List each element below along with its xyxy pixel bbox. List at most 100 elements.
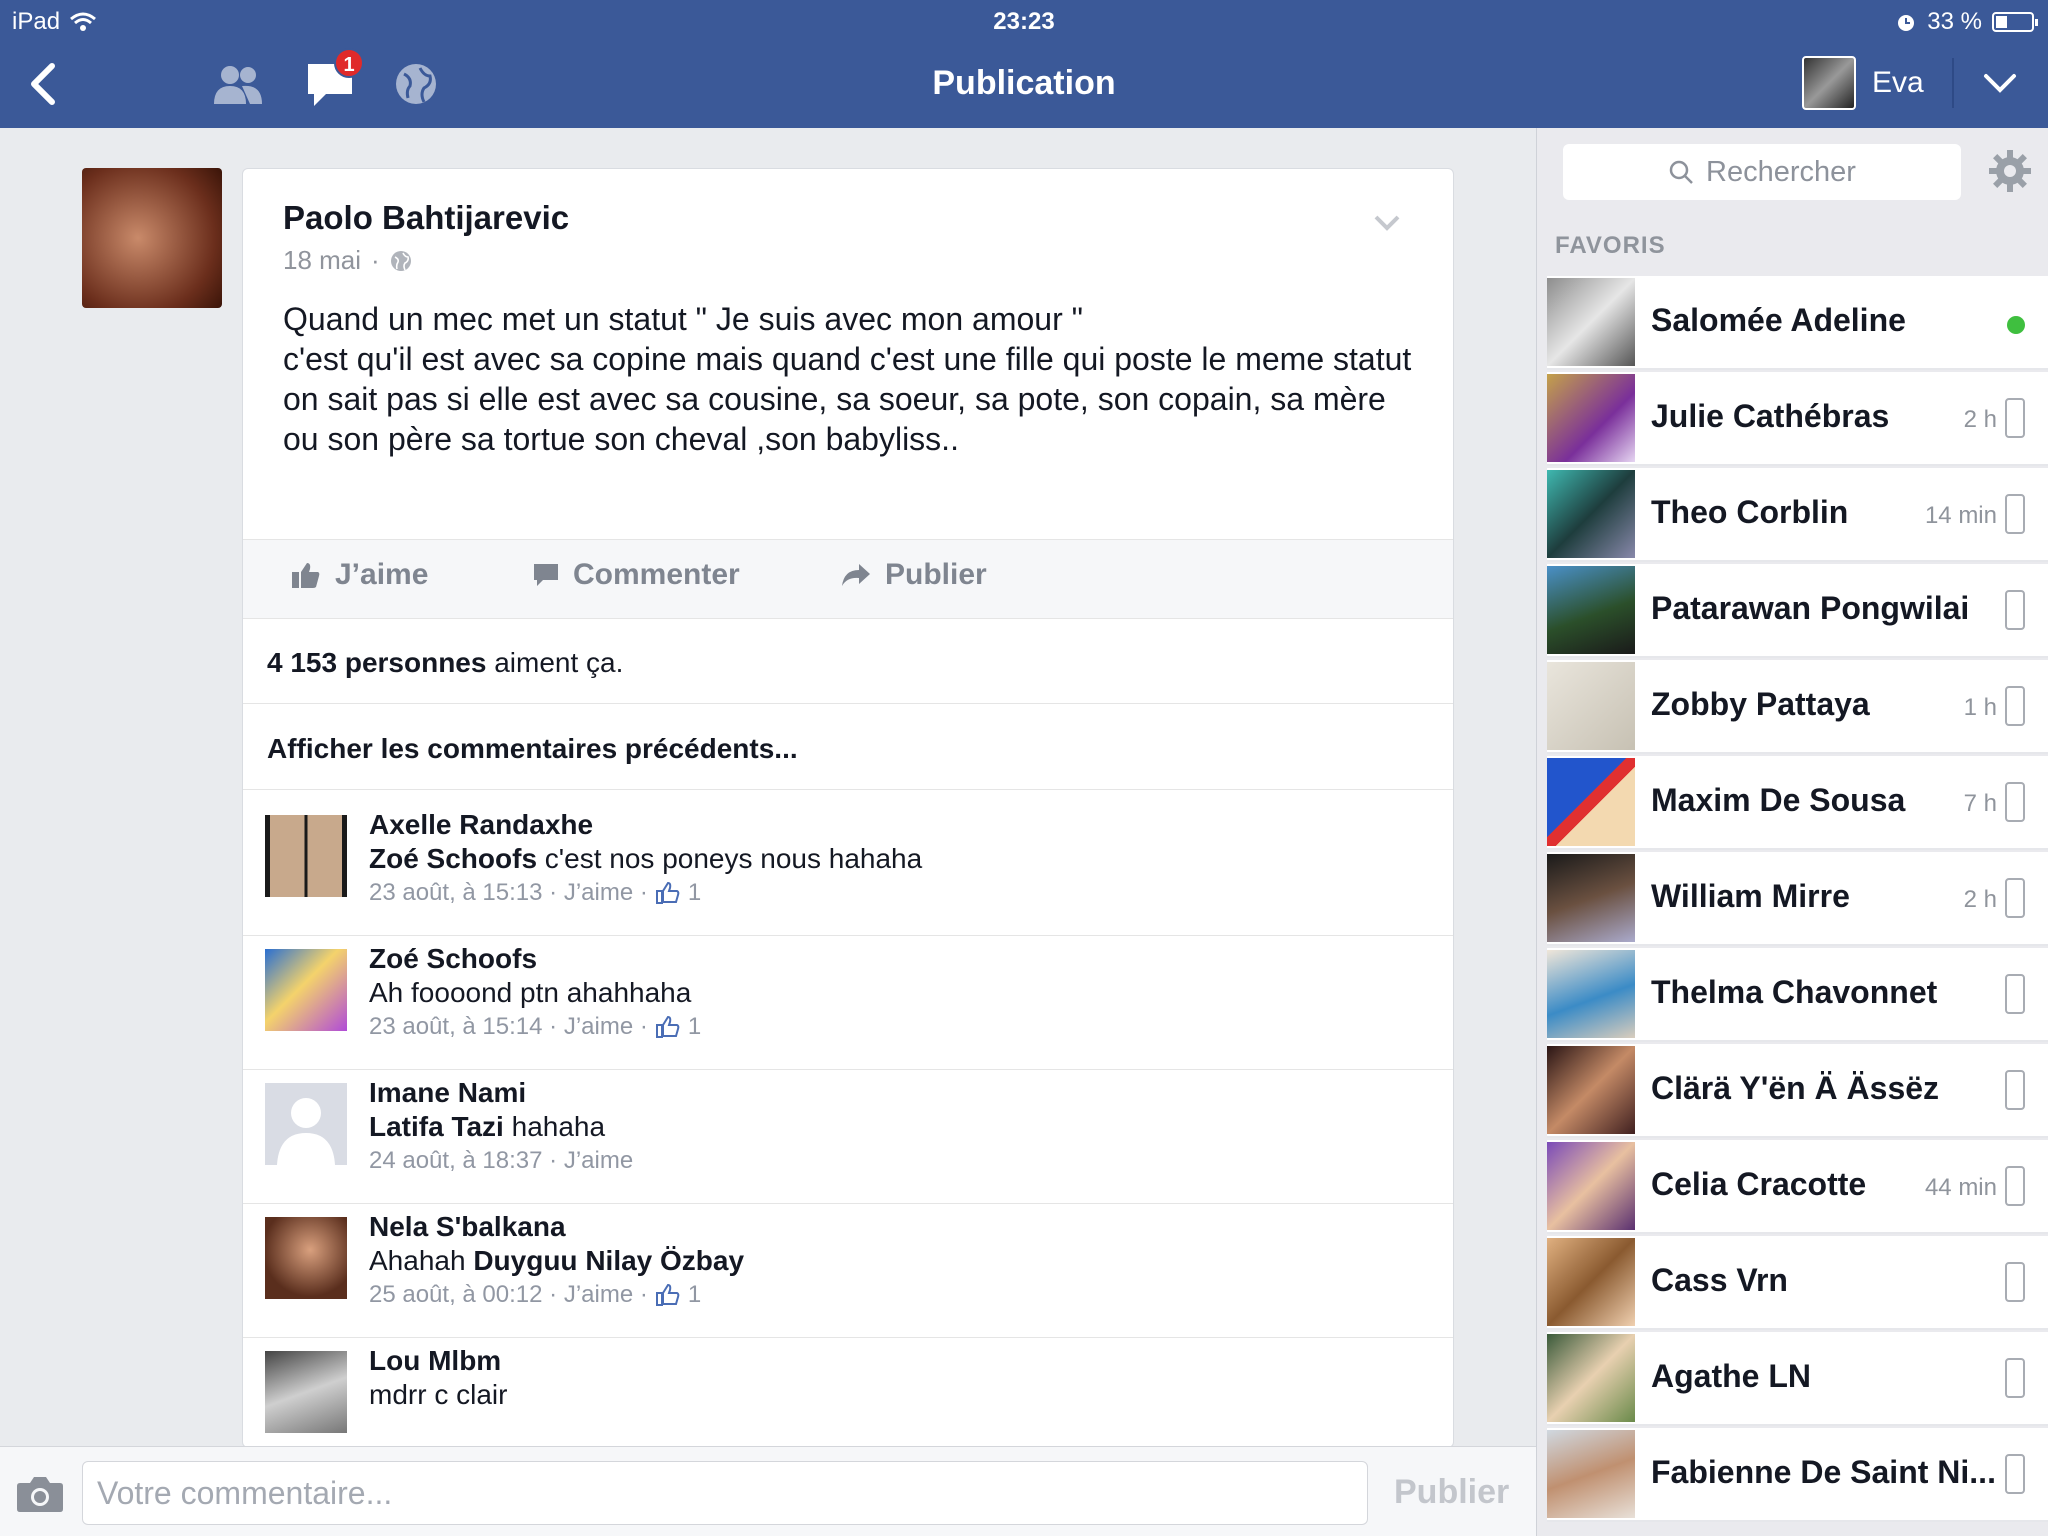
gear-icon[interactable]	[1987, 148, 2033, 194]
comment-time[interactable]: 25 août, à 00:12 · J’aime ·	[369, 1281, 648, 1309]
contact-avatar	[1547, 566, 1635, 654]
contact-row[interactable]: Clärä Y'ën Ä Ässëz	[1547, 1044, 2048, 1138]
chevron-down-icon[interactable]	[1982, 68, 2018, 98]
post-date[interactable]: 18 mai	[283, 245, 361, 276]
comment-body: hahaha	[503, 1111, 606, 1142]
alarm-icon	[1898, 15, 1915, 31]
person-silhouette-icon	[277, 1098, 335, 1165]
comment-author[interactable]: Axelle Randaxhe	[369, 809, 593, 841]
contact-row[interactable]: Zobby Pattaya 1 h	[1547, 660, 2048, 754]
contact-name: Celia Cracotte	[1651, 1166, 1867, 1202]
status-bar: iPad 23:23 33 %	[0, 0, 2048, 40]
comment-time[interactable]: 23 août, à 15:14 · J’aime ·	[369, 1013, 648, 1041]
like-label: J’aime	[335, 558, 429, 591]
contact-avatar	[1547, 278, 1635, 366]
divider	[243, 789, 1453, 790]
comment-body: c'est nos poneys nous hahaha	[537, 843, 923, 874]
contact-last-active: 7 h	[1963, 790, 1997, 817]
comment-likes-count: 1	[687, 1013, 702, 1040]
sidebar-search[interactable]: Rechercher	[1563, 144, 1961, 200]
contact-row[interactable]: Agathe LN	[1547, 1332, 2048, 1426]
comment-time[interactable]: 24 août, à 18:37 · J’aime	[369, 1147, 633, 1175]
post-author[interactable]: Paolo Bahtijarevic	[283, 199, 569, 237]
comment-mention[interactable]: Zoé Schoofs	[369, 843, 537, 874]
comment-row: Lou Mlbm mdrr c clair	[243, 1327, 1453, 1447]
comment-meta: 23 août, à 15:13 · J’aime · 1	[369, 879, 701, 907]
comment-avatar[interactable]	[265, 1217, 347, 1299]
contact-row[interactable]: Celia Cracotte 44 min	[1547, 1140, 2048, 1234]
comment-text: Zoé Schoofs c'est nos poneys nous hahaha	[369, 843, 922, 875]
comment-author[interactable]: Imane Nami	[369, 1077, 526, 1109]
contact-name: Patarawan Pongwilai	[1651, 590, 1970, 626]
contact-row[interactable]: Cass Vrn	[1547, 1236, 2048, 1330]
contact-row[interactable]: Theo Corblin 14 min	[1547, 468, 2048, 562]
author-avatar[interactable]	[82, 168, 222, 308]
contact-name: Maxim De Sousa	[1651, 782, 1906, 818]
comment-row: Axelle Randaxhe Zoé Schoofs c'est nos pon…	[243, 791, 1453, 931]
post-card: Paolo Bahtijarevic 18 mai · Quand un mec…	[242, 168, 1454, 1448]
user-name[interactable]: Eva	[1872, 66, 1924, 100]
comment-time[interactable]: 23 août, à 15:13 · J’aime ·	[369, 879, 648, 907]
comment-text: mdrr c clair	[369, 1379, 507, 1411]
comment-row: Zoé Schoofs Ah foooond ptn ahahhaha 23 aoû…	[243, 925, 1453, 1065]
comment-avatar[interactable]	[265, 1351, 347, 1433]
mobile-phone-icon	[2005, 494, 2025, 534]
share-button[interactable]: Publier	[841, 558, 987, 592]
comment-meta: 23 août, à 15:14 · J’aime · 1	[369, 1013, 701, 1041]
public-globe-icon	[390, 250, 411, 271]
mobile-phone-icon	[2005, 398, 2025, 438]
contact-last-active: 1 h	[1963, 694, 1997, 721]
contact-name: Salomée Adeline	[1651, 302, 1906, 338]
contact-row[interactable]: Maxim De Sousa 7 h	[1547, 756, 2048, 850]
post-actions-bar: J’aime Commenter Publier	[243, 539, 1453, 619]
mobile-phone-icon	[2005, 878, 2025, 918]
contact-name: Julie Cathébras	[1651, 398, 1890, 434]
contact-avatar	[1547, 1142, 1635, 1230]
comment-author[interactable]: Nela S'balkana	[369, 1211, 566, 1243]
contact-row[interactable]: Fabienne De Saint Ni...	[1547, 1428, 2048, 1522]
thumbs-up-icon	[292, 563, 320, 588]
contact-last-active: 2 h	[1963, 886, 1997, 913]
comment-mention[interactable]: Duyguu Nilay Özbay	[473, 1245, 744, 1276]
contact-name: William Mirre	[1651, 878, 1850, 914]
contact-name: Clärä Y'ën Ä Ässëz	[1651, 1070, 1940, 1106]
comment-mention[interactable]: Latifa Tazi	[369, 1111, 504, 1142]
camera-icon[interactable]	[16, 1475, 64, 1513]
comment-author[interactable]: Zoé Schoofs	[369, 943, 537, 975]
mobile-phone-icon	[2005, 782, 2025, 822]
nav-divider	[1952, 58, 1954, 108]
contact-row[interactable]: Patarawan Pongwilai	[1547, 564, 2048, 658]
likes-summary[interactable]: 4 153 personnes aiment ça.	[267, 647, 623, 679]
status-time: 23:23	[993, 8, 1055, 35]
chat-sidebar: Rechercher FAVORIS Salomée Adeline Julie …	[1536, 128, 2048, 1536]
comment-author[interactable]: Lou Mlbm	[369, 1345, 501, 1377]
comment-meta: 25 août, à 00:12 · J’aime · 1	[369, 1281, 701, 1309]
mobile-phone-icon	[2005, 1262, 2025, 1302]
post-text: Quand un mec met un statut " Je suis ave…	[283, 301, 1412, 457]
contact-row[interactable]: Salomée Adeline	[1547, 276, 2048, 370]
contact-avatar	[1547, 854, 1635, 942]
previous-comments-link[interactable]: Afficher les commentaires précédents...	[267, 733, 798, 765]
user-avatar[interactable]	[1802, 56, 1856, 110]
mobile-phone-icon	[2005, 590, 2025, 630]
contact-row[interactable]: William Mirre 2 h	[1547, 852, 2048, 946]
mobile-phone-icon	[2005, 1454, 2025, 1494]
like-button[interactable]: J’aime	[291, 558, 428, 592]
contact-avatar	[1547, 758, 1635, 846]
comment-avatar[interactable]	[265, 815, 347, 897]
page-title: Publication	[932, 64, 1116, 102]
comment-input[interactable]	[82, 1461, 1368, 1525]
meta-separator: ·	[371, 245, 380, 275]
post-options-chevron-icon[interactable]	[1373, 213, 1401, 233]
comment-body: Ahahah	[369, 1245, 474, 1276]
default-avatar[interactable]	[265, 1083, 347, 1165]
mobile-phone-icon	[2005, 1358, 2025, 1398]
contact-name: Theo Corblin	[1651, 494, 1849, 530]
comment-button[interactable]: Commenter	[533, 558, 740, 592]
contact-row[interactable]: Julie Cathébras 2 h	[1547, 372, 2048, 466]
comment-row: Nela S'balkana Ahahah Duyguu Nilay Özbay 2…	[243, 1193, 1453, 1333]
publish-comment-button[interactable]: Publier	[1394, 1473, 1509, 1512]
comment-avatar[interactable]	[265, 949, 347, 1031]
comment-text: Latifa Tazi hahaha	[369, 1111, 605, 1143]
contact-row[interactable]: Thelma Chavonnet	[1547, 948, 2048, 1042]
